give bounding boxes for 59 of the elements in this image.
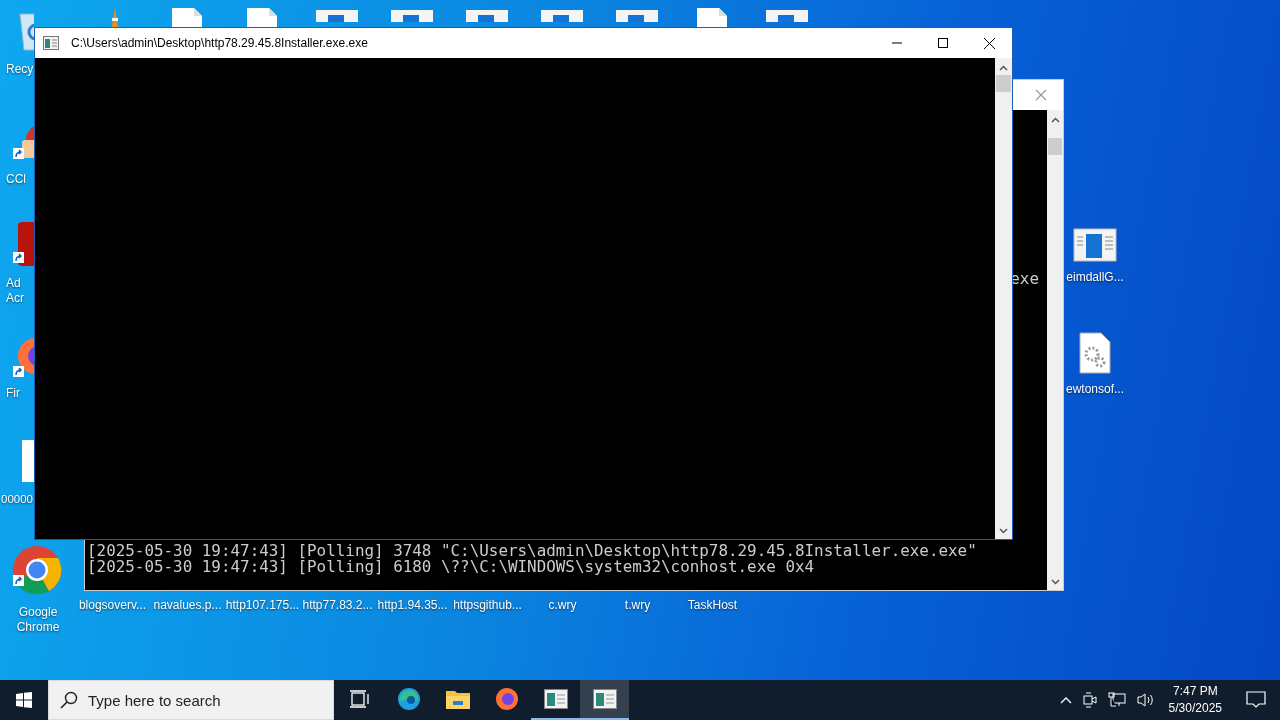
document-icon[interactable]: [245, 6, 279, 27]
window-title: C:\Users\admin\Desktop\http78.29.45.8Installer.exe.exe: [71, 36, 368, 50]
icon-label[interactable]: t.wry: [600, 598, 675, 613]
icon-label[interactable]: http1.94.35...: [375, 598, 450, 613]
chevron-icon[interactable]: [1059, 696, 1072, 704]
scrollbar-thumb[interactable]: [1048, 138, 1062, 155]
scroll-down-icon[interactable]: [999, 528, 1008, 534]
console-icon: [43, 36, 59, 50]
chrome-icon[interactable]: [12, 545, 62, 595]
close-icon: [983, 37, 995, 49]
scroll-up-icon[interactable]: [999, 65, 1008, 71]
clock-date: 5/30/2025: [1168, 700, 1222, 717]
pdf-app-icon[interactable]: [16, 222, 34, 266]
scrollbar-thumb[interactable]: [996, 75, 1011, 92]
search-field[interactable]: Type here to search: [48, 680, 334, 720]
console-icon: [543, 689, 568, 709]
icon-label: Chrome: [16, 620, 60, 635]
console-line: [2025-05-30 19:47:43] [Polling] 6180 \??\C:\WINDOWS\system32\conhost.exe 0x4: [87, 559, 815, 575]
icon-label: Ad: [6, 276, 22, 291]
search-icon: [60, 691, 78, 709]
scroll-down-icon[interactable]: [1051, 579, 1060, 585]
icon-label: CCl: [6, 172, 27, 187]
icon-label: Google: [18, 605, 58, 620]
firefox-icon: [494, 687, 519, 711]
icon-label: 00000: [1, 492, 34, 507]
maximize-icon: [938, 38, 948, 48]
icon-label: Acr: [6, 291, 25, 306]
folder-icon: [445, 689, 470, 709]
camera-icon[interactable]: [1082, 692, 1097, 708]
document-icon[interactable]: [695, 6, 729, 27]
gear-document-icon[interactable]: [1079, 332, 1111, 374]
notification-icon[interactable]: [1246, 691, 1266, 709]
icon-label[interactable]: navalues.p...: [150, 598, 225, 613]
icon-label[interactable]: c.wry: [525, 598, 600, 613]
document-icon[interactable]: [170, 6, 204, 27]
network-icon[interactable]: [1107, 692, 1126, 708]
scroll-up-icon[interactable]: [1051, 117, 1060, 123]
task-view-icon: [349, 690, 370, 708]
edge-icon: [396, 687, 421, 711]
icon-label: Fir: [6, 386, 21, 401]
console-icon: [592, 689, 617, 709]
windows-logo-icon: [16, 692, 32, 708]
volume-icon[interactable]: [1136, 692, 1155, 708]
icon-label[interactable]: httpsgithub...: [450, 598, 525, 613]
icon-label: ewtonsof...: [1066, 382, 1124, 397]
clock-time: 7:47 PM: [1172, 683, 1218, 700]
icon-label[interactable]: http107.175...: [225, 598, 300, 613]
icon-label[interactable]: http77.83.2...: [300, 598, 375, 613]
scrollbar[interactable]: [1047, 110, 1063, 590]
console-taskbar-button[interactable]: [580, 680, 629, 720]
console-line: [2025-05-30 19:47:43] [Polling] 3748 "C:\Users\admin\Desktop\http78.29.45.8Installer.exe.exe": [87, 543, 978, 559]
app-window-icon[interactable]: [1073, 228, 1117, 262]
close-icon[interactable]: [1035, 89, 1047, 101]
icon-label: Recy: [6, 62, 35, 77]
clock[interactable]: 7:47 PM 5/30/2025: [1168, 683, 1222, 717]
icon-label[interactable]: TaskHost: [675, 598, 750, 613]
icon-label[interactable]: blogsoverv...: [75, 598, 150, 613]
icon-label: eimdallG...: [1066, 270, 1124, 285]
scrollbar[interactable]: [995, 58, 1012, 539]
